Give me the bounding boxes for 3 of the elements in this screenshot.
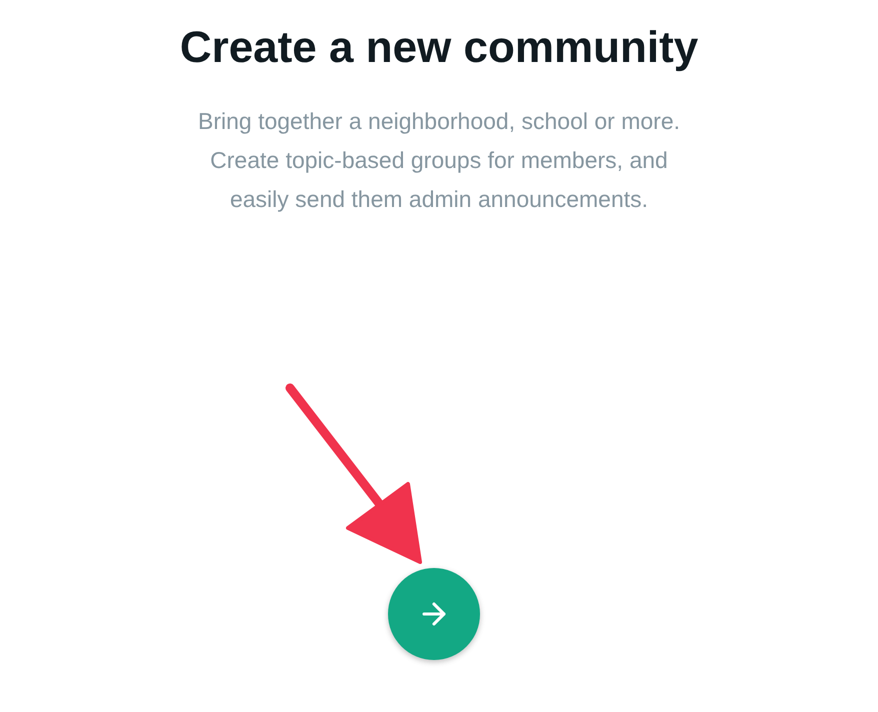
description: Bring together a neighborhood, school or more. Create topic-based groups for members, and easily send them admin announcements. (198, 107, 680, 214)
next-button[interactable] (388, 568, 480, 660)
page-title: Create a new community (180, 22, 698, 74)
